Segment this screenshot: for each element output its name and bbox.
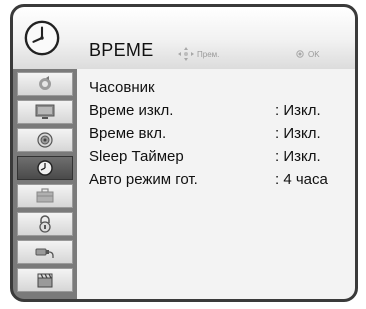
speaker-icon [37,132,53,148]
menu-title: ВРЕМЕ [89,40,154,60]
menu-item-label: Време изкл. [89,102,174,119]
menu-item-label: Авто режим гот. [89,171,198,188]
menu-item-label: Часовник [89,79,155,96]
sidebar-item-picture[interactable] [17,72,73,96]
menu-item-sleep-timer[interactable]: Sleep Таймер : Изкл. [89,145,349,167]
navigation-arrows-icon [178,47,194,61]
ok-button-icon [296,50,304,58]
menu-item-off-time[interactable]: Време изкл. : Изкл. [89,99,349,121]
menu-item-label: Време вкл. [89,125,167,142]
monitor-icon [35,104,55,119]
clapperboard-icon [37,273,53,288]
toolbox-icon [36,188,54,203]
menu-header: ВРЕМЕ Прем. OK [13,7,355,69]
clock-icon [37,160,53,176]
ok-hint-label: OK [308,49,320,59]
menu-item-on-time[interactable]: Време вкл. : Изкл. [89,122,349,144]
menu-item-value: : Изкл. [275,102,321,119]
category-sidebar [13,69,77,299]
sidebar-item-monitor[interactable] [17,100,73,124]
picture-icon [39,76,52,90]
sidebar-item-lock[interactable] [17,212,73,236]
menu-item-clock[interactable]: Часовник [89,76,349,98]
sidebar-item-input[interactable] [17,240,73,264]
sidebar-item-audio[interactable] [17,128,73,152]
sidebar-item-options[interactable] [17,184,73,208]
menu-item-label: Sleep Таймер [89,148,184,165]
move-hint: Прем. [178,47,219,61]
menu-item-value: : Изкл. [275,125,321,142]
menu-content: Часовник Време изкл. : Изкл. Време вкл. … [77,69,355,299]
menu-item-value: : Изкл. [275,148,321,165]
menu-item-value: : 4 часа [275,171,328,188]
lock-icon [39,215,51,233]
move-hint-label: Прем. [197,49,220,59]
clock-icon [24,20,60,56]
osd-menu-window: ВРЕМЕ Прем. OK Часовник Време изкл.: Из… [10,4,358,302]
sidebar-item-media[interactable] [17,268,73,292]
menu-item-auto-standby[interactable]: Авто режим гот. : 4 часа [89,168,349,190]
ok-hint: OK [296,47,320,61]
sidebar-item-time[interactable] [17,156,73,180]
plug-icon [35,248,54,258]
